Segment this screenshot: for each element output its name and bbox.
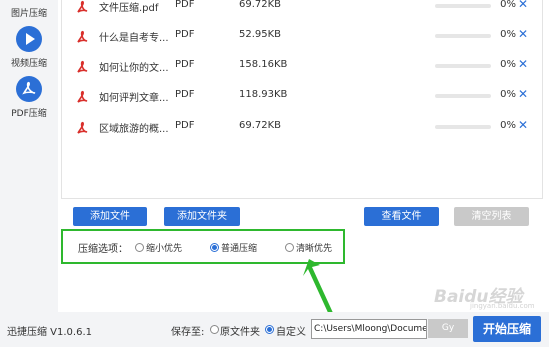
remove-icon[interactable]: ✕ [518,118,528,132]
start-compress-button[interactable]: 开始压缩 [473,316,541,342]
pdf-file-icon [77,121,88,134]
options-label: 压缩选项： [78,244,128,255]
file-size: 118.93KB [239,89,288,100]
file-size: 69.72KB [239,0,282,10]
file-type: PDF [175,59,195,70]
annotation-arrow-icon [303,259,334,317]
sidebar-item-label: 图片压缩 [10,9,47,19]
progress-bar [435,34,491,38]
file-type: PDF [175,29,195,40]
pdf-file-icon [77,30,88,43]
table-row[interactable]: 文件压缩.pdf PDF 69.72KB 0% ✕ [62,0,542,22]
play-icon [16,26,42,52]
table-row[interactable]: 如何让你的文... PDF 158.16KB 0% ✕ [62,52,542,82]
radio-original-folder[interactable] [210,325,219,334]
progress-bar [435,64,491,68]
table-row[interactable]: 什么是自考专... PDF 52.95KB 0% ✕ [62,22,542,52]
progress-bar [435,94,491,98]
file-name: 文件压缩.pdf [99,3,159,14]
watermark-url: jingyan.baidu.com [470,302,535,310]
radio-normal[interactable] [210,243,219,252]
sidebar-item-image[interactable]: 图片压缩 [0,6,58,19]
file-size: 69.72KB [239,120,282,131]
progress-percent: 0% [500,59,516,70]
file-name: 区域旅游的概... [99,124,169,135]
progress-percent: 0% [500,0,516,10]
option-clarity-first: 清晰优先 [296,244,333,254]
add-folder-button[interactable]: 添加文件夹 [164,207,240,226]
bottom-bar: 迅捷压缩 V1.0.6.1 保存至: 原文件夹 自定义 C:\Users\Mlo… [0,312,549,347]
progress-percent: 0% [500,89,516,100]
file-list: 文件压缩.pdf PDF 69.72KB 0% ✕ 什么是自考专... PDF … [61,0,543,199]
progress-bar [435,4,491,8]
radio-clarity-first[interactable] [285,243,294,252]
file-size: 158.16KB [239,59,288,70]
original-folder-label: 原文件夹 [220,327,260,338]
sidebar-item-video[interactable]: 视频压缩 [0,26,58,69]
sidebar: 图片压缩 视频压缩 PDF压缩 [0,0,58,347]
file-name: 什么是自考专... [99,33,169,44]
custom-label: 自定义 [276,327,306,338]
pdf-icon [16,76,42,102]
sidebar-item-label: PDF压缩 [11,109,47,119]
option-normal: 普通压缩 [221,244,258,254]
save-to-label: 保存至: [171,327,205,338]
save-path-input[interactable]: C:\Users\Mloong\Docume [311,319,427,339]
file-name: 如何让你的文... [99,63,169,74]
table-row[interactable]: 区域旅游的概... PDF 69.72KB 0% ✕ [62,113,542,143]
radio-shrink-first[interactable] [135,243,144,252]
remove-icon[interactable]: ✕ [518,87,528,101]
file-type: PDF [175,89,195,100]
clear-list-button[interactable]: 清空列表 [454,207,529,226]
pdf-file-icon [77,0,88,13]
add-file-button[interactable]: 添加文件 [73,207,147,226]
radio-custom[interactable] [265,325,274,334]
version-label: 迅捷压缩 V1.0.6.1 [7,327,93,338]
table-row[interactable]: 如何评判文章... PDF 118.93KB 0% ✕ [62,82,542,112]
view-files-button[interactable]: 查看文件 [364,207,439,226]
option-shrink-first: 缩小优先 [146,244,183,254]
pdf-file-icon [77,60,88,73]
file-name: 如何评判文章... [99,93,169,104]
file-size: 52.95KB [239,29,282,40]
remove-icon[interactable]: ✕ [518,0,528,11]
file-type: PDF [175,0,195,10]
sidebar-item-pdf[interactable]: PDF压缩 [0,76,58,119]
remove-icon[interactable]: ✕ [518,27,528,41]
sidebar-item-label: 视频压缩 [10,59,47,69]
progress-bar [435,125,491,129]
remove-icon[interactable]: ✕ [518,57,528,71]
file-type: PDF [175,120,195,131]
browse-button[interactable]: Gy [428,319,468,338]
progress-percent: 0% [500,29,516,40]
pdf-file-icon [77,90,88,103]
progress-percent: 0% [500,120,516,131]
